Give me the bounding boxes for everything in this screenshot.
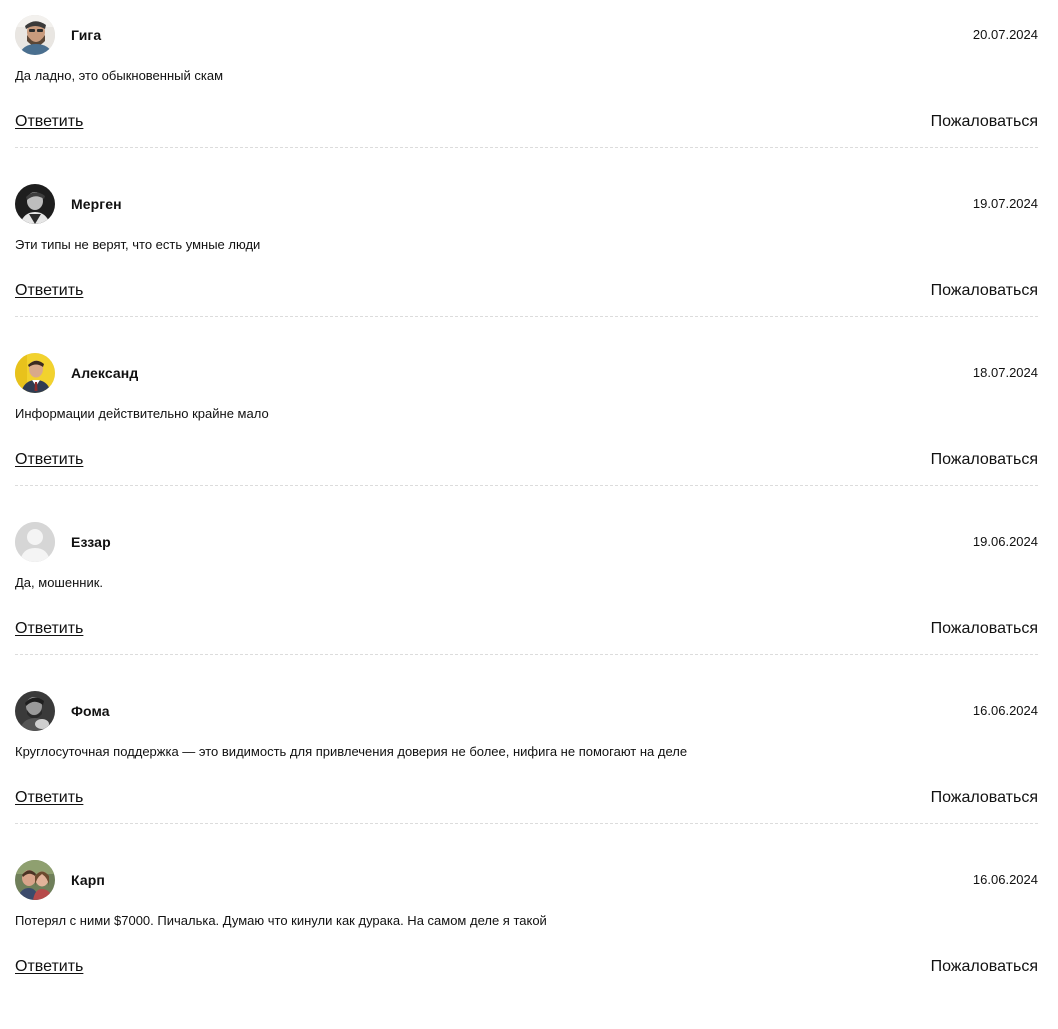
comment-author: Гига — [71, 27, 102, 43]
comment-date: 20.07.2024 — [972, 27, 1038, 42]
comment-author: Мерген — [71, 196, 122, 212]
default-user-icon — [15, 522, 55, 562]
reply-link[interactable]: Ответить — [15, 280, 83, 302]
avatar — [15, 184, 55, 224]
comment-text: Информации действительно крайне мало — [15, 406, 269, 421]
complain-link[interactable]: Пожаловаться — [931, 618, 1038, 640]
divider — [15, 485, 1038, 486]
comment-item: Гига 20.07.2024 Да ладно, это обыкновенн… — [15, 15, 1038, 184]
complain-link[interactable]: Пожаловаться — [931, 787, 1038, 809]
comment-item: Карп 16.06.2024 Потерял с ними $7000. Пи… — [15, 860, 1038, 1029]
comment-header: Гига 20.07.2024 — [15, 15, 1038, 55]
reply-link[interactable]: Ответить — [15, 618, 83, 640]
photo-man-suit-yellow-icon — [15, 353, 55, 393]
comment-text: Потерял с ними $7000. Пичалька. Думаю чт… — [15, 913, 547, 928]
comment-item: Фома 16.06.2024 Круглосуточная поддержка… — [15, 691, 1038, 860]
divider — [15, 316, 1038, 317]
comment-text: Круглосуточная поддержка — это видимость… — [15, 744, 688, 759]
avatar — [15, 860, 55, 900]
reply-link[interactable]: Ответить — [15, 111, 83, 133]
comment-header: Фома 16.06.2024 — [15, 691, 1038, 731]
comment-header: Еззар 19.06.2024 — [15, 522, 1038, 562]
comment-date: 18.07.2024 — [972, 365, 1038, 380]
divider — [15, 147, 1038, 148]
comment-header: Мерген 19.07.2024 — [15, 184, 1038, 224]
comment-item: Мерген 19.07.2024 Эти типы не верят, что… — [15, 184, 1038, 353]
complain-link[interactable]: Пожаловаться — [931, 280, 1038, 302]
comment-author: Карп — [71, 872, 105, 888]
reply-link[interactable]: Ответить — [15, 956, 83, 978]
comment-date: 19.06.2024 — [972, 534, 1038, 549]
comment-date: 16.06.2024 — [972, 872, 1038, 887]
comment-date: 19.07.2024 — [972, 196, 1038, 211]
comment-date: 16.06.2024 — [972, 703, 1038, 718]
comment-header: Александ 18.07.2024 — [15, 353, 1038, 393]
photo-couple-icon — [15, 860, 55, 900]
comment-text: Да ладно, это обыкновенный скам — [15, 68, 223, 83]
comments-list: Гига 20.07.2024 Да ладно, это обыкновенн… — [0, 0, 1058, 992]
avatar — [15, 353, 55, 393]
comment-header: Карп 16.06.2024 — [15, 860, 1038, 900]
comment-author: Еззар — [71, 534, 111, 550]
comment-author: Александ — [71, 365, 139, 381]
divider — [15, 823, 1038, 824]
photo-man-dark-icon — [15, 184, 55, 224]
avatar — [15, 691, 55, 731]
comment-text: Да, мошенник. — [15, 575, 104, 590]
photo-bearded-man-icon — [15, 15, 55, 55]
avatar — [15, 15, 55, 55]
divider — [15, 654, 1038, 655]
complain-link[interactable]: Пожаловаться — [931, 956, 1038, 978]
complain-link[interactable]: Пожаловаться — [931, 449, 1038, 471]
complain-link[interactable]: Пожаловаться — [931, 111, 1038, 133]
comment-item: Александ 18.07.2024 Информации действите… — [15, 353, 1038, 522]
avatar — [15, 522, 55, 562]
comment-item: Еззар 19.06.2024 Да, мошенник. Ответить … — [15, 522, 1038, 691]
reply-link[interactable]: Ответить — [15, 449, 83, 471]
photo-man-guitar-icon — [15, 691, 55, 731]
reply-link[interactable]: Ответить — [15, 787, 83, 809]
comment-author: Фома — [71, 703, 110, 719]
comment-text: Эти типы не верят, что есть умные люди — [15, 237, 261, 252]
